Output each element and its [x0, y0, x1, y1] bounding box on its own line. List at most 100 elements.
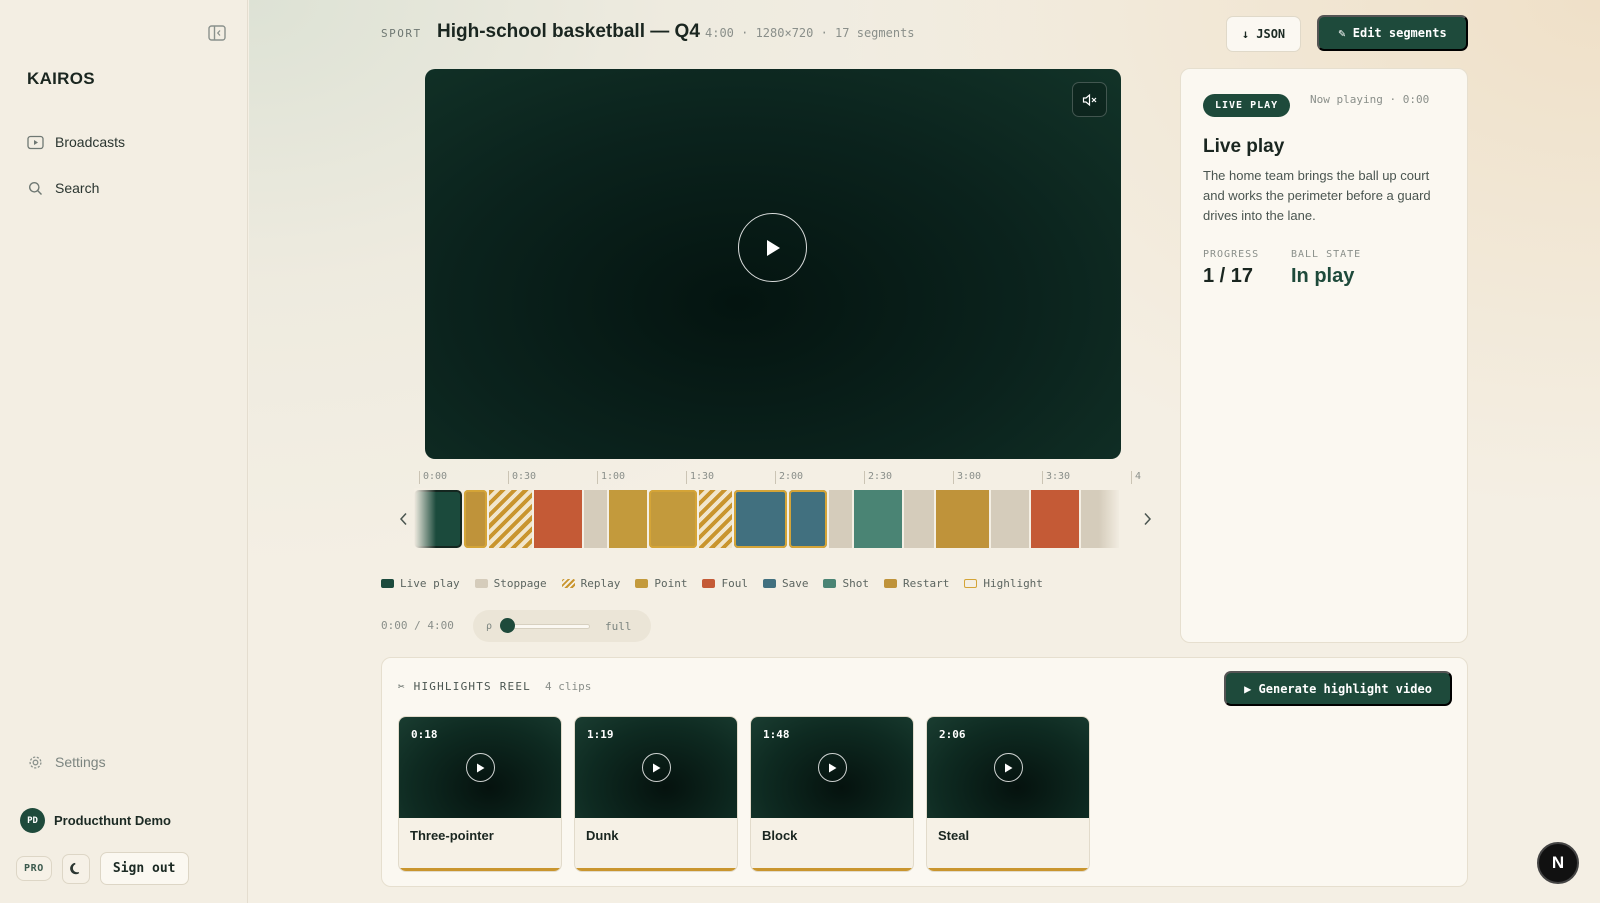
time-readout: 0:00 / 4:00 [381, 619, 454, 632]
clip-title: Block [762, 828, 798, 843]
legend-swatch [762, 579, 776, 588]
sidebar-item-label: Broadcasts [55, 134, 126, 150]
legend-swatch [381, 579, 394, 588]
timeline-tick-label: 0:00 [419, 471, 447, 484]
generate-highlight-button[interactable]: ▶ Generate highlight video [1224, 671, 1452, 706]
timeline-segment-restart[interactable] [463, 490, 487, 548]
legend-label: Save [781, 577, 809, 590]
legend-label: Point [654, 577, 688, 590]
highlight-clip[interactable]: 1:48 Block [750, 716, 914, 872]
search-icon [26, 179, 44, 197]
legend-item-restart: Restart [883, 577, 950, 590]
sidebar-item-broadcasts[interactable]: Broadcasts [26, 130, 125, 154]
zoom-slider[interactable] [500, 618, 591, 633]
timeline-tick-label: 1:30 [686, 471, 714, 484]
legend-swatch [474, 579, 488, 588]
clip-play-icon [818, 753, 847, 782]
timeline-segment-live[interactable] [414, 490, 462, 548]
sidebar-item-label: Search [55, 180, 100, 196]
timeline-segment-stoppage[interactable] [1081, 490, 1119, 548]
clip-title: Dunk [586, 828, 619, 843]
timeline-segment-stoppage[interactable] [583, 490, 607, 548]
timeline-segment-stoppage[interactable] [828, 490, 852, 548]
now-playing-label: Now playing · 0:00 [1310, 93, 1430, 106]
gear-icon [26, 753, 44, 771]
clip-highlight-bar [575, 868, 737, 871]
timeline-segment-stoppage[interactable] [903, 490, 935, 548]
clip-timestamp: 0:18 [411, 728, 438, 741]
clip-play-icon [994, 753, 1023, 782]
mute-button[interactable] [1072, 82, 1107, 117]
theme-toggle-button[interactable] [61, 853, 90, 884]
play-button[interactable] [738, 213, 807, 282]
clip-highlight-bar [751, 868, 913, 871]
dev-tools-badge[interactable]: N [1537, 842, 1579, 884]
highlight-clip[interactable]: 2:06 Steal [926, 716, 1090, 872]
segment-timeline: 0:00 0:30 1:00 1:30 2:00 2:30 3:00 3:30 4 [395, 468, 1155, 553]
page-title: High-school basketball — Q4 [437, 21, 700, 42]
user-name: Producthunt Demo [54, 813, 171, 828]
ball-state-value: In play [1291, 265, 1355, 287]
clip-timestamp: 1:19 [587, 728, 614, 741]
timeline-segment-point[interactable] [648, 490, 697, 548]
legend-swatch [883, 579, 897, 588]
zoom-icon: ρ [486, 620, 493, 632]
chevron-right-icon [1143, 512, 1151, 526]
download-json-button[interactable]: ↓ JSON [1226, 16, 1301, 52]
legend-swatch [702, 579, 716, 588]
timeline-segment-stoppage[interactable] [991, 490, 1030, 548]
timeline-tick-label: 2:30 [864, 471, 892, 484]
segment-track[interactable] [414, 488, 1121, 550]
sport-label: SPORT [381, 27, 422, 40]
user-profile[interactable]: PD Producthunt Demo [20, 808, 171, 833]
timeline-segment-point[interactable] [608, 490, 647, 548]
progress-label: PROGRESS [1203, 249, 1260, 260]
sidebar-item-search[interactable]: Search [26, 176, 99, 200]
sign-out-button[interactable]: Sign out [99, 852, 189, 885]
panel-collapse-icon [208, 25, 226, 41]
video-player[interactable] [425, 69, 1121, 459]
ball-state-label: BALL STATE [1291, 249, 1362, 260]
timeline-segment-foul[interactable] [533, 490, 582, 548]
clip-timestamp: 1:48 [763, 728, 790, 741]
sidebar-collapse-button[interactable] [208, 25, 228, 43]
legend-swatch [823, 579, 837, 588]
timeline-segment-shot[interactable] [853, 490, 902, 548]
zoom-thumb[interactable] [500, 618, 516, 633]
timeline-segment-replay[interactable] [488, 490, 532, 548]
timeline-prev-button[interactable] [395, 508, 411, 530]
timeline-next-button[interactable] [1139, 508, 1155, 530]
legend-item-highlight: Highlight [964, 577, 1043, 590]
edit-segments-button[interactable]: ✎ Edit segments [1317, 15, 1468, 51]
timeline-segment-save[interactable] [733, 490, 787, 548]
progress-value: 1 / 17 [1203, 265, 1254, 287]
segment-description: The home team brings the ball up court a… [1203, 168, 1431, 223]
legend-item-save: Save [762, 577, 809, 590]
timeline-tick-label: 3:30 [1042, 471, 1070, 484]
legend-item-replay: Replay [561, 577, 620, 590]
zoom-control: ρ full [473, 610, 651, 642]
clip-play-icon [642, 753, 671, 782]
legend-label: Stoppage [493, 577, 547, 590]
timeline-segment-save[interactable] [788, 490, 827, 548]
clip-timestamp: 2:06 [939, 728, 966, 741]
timeline-segment-foul[interactable] [1031, 490, 1080, 548]
segment-legend: Live play Stoppage Replay Point Foul Save Shot… [381, 577, 1043, 590]
sidebar: KAIROS Broadcasts Search Settings PD Pro… [0, 0, 248, 903]
clip-play-icon [466, 753, 495, 782]
sidebar-item-settings[interactable]: Settings [26, 750, 106, 774]
play-icon [766, 239, 780, 256]
segment-info-panel: LIVE PLAY Now playing · 0:00 Live play T… [1180, 68, 1468, 643]
timeline-segment-replay[interactable] [698, 490, 732, 548]
timeline-tick-label: 0:30 [508, 471, 536, 484]
highlight-clip[interactable]: 0:18 Three-pointer [398, 716, 562, 872]
video-meta: 4:00 · 1280×720 · 17 segments [705, 26, 915, 40]
timeline-segment-restart[interactable] [936, 490, 990, 548]
legend-label: Foul [721, 577, 748, 590]
legend-label: Restart [902, 577, 950, 590]
clip-highlight-bar [399, 868, 561, 871]
legend-item-live: Live play [381, 577, 460, 590]
highlight-clip[interactable]: 1:19 Dunk [574, 716, 738, 872]
sidebar-item-label: Settings [55, 754, 106, 770]
legend-item-stoppage: Stoppage [474, 577, 547, 590]
